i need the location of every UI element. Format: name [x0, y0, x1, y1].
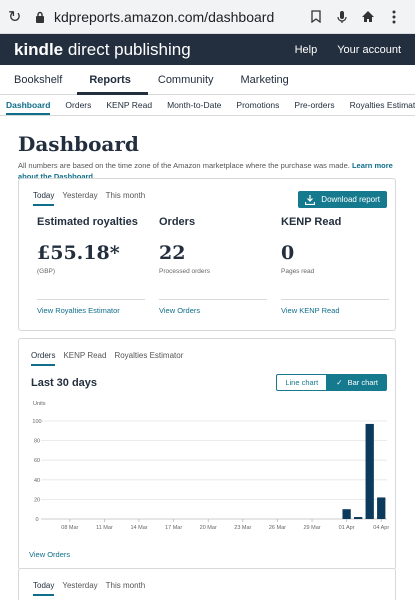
metric-divider: [281, 299, 389, 300]
main-nav: Bookshelf Reports Community Marketing: [0, 65, 415, 95]
metric-divider: [159, 299, 267, 300]
reports-sub-nav: Dashboard Orders KENP Read Month-to-Date Pro…: [0, 95, 415, 116]
sub-nav-kenp-read[interactable]: KENP Read: [106, 97, 152, 114]
bottom-tab-today[interactable]: Today: [33, 581, 166, 596]
metric-kenp-read: KENP Read 0 Pages read View KENP Read: [281, 216, 389, 315]
y-tick-label: 100: [32, 419, 41, 425]
bar: [365, 423, 374, 519]
bottom-summary-card: Today Yesterday This month: [18, 568, 396, 600]
summary-card: Today Yesterday This month Download report…: [18, 178, 396, 331]
home-icon[interactable]: [355, 10, 381, 23]
check-icon: ✓: [336, 378, 343, 387]
chart-tab-royalties-estimator[interactable]: Royalties Estimator: [114, 351, 183, 366]
x-tick-label: 08 Mar: [61, 525, 78, 531]
bar-chart-label: Bar chart: [347, 378, 378, 387]
metric-orders: Orders 22 Processed orders View Orders: [159, 216, 267, 315]
bar-chart-button[interactable]: ✓ Bar chart: [327, 374, 387, 391]
metric-value: £55.18*: [37, 242, 120, 264]
bottom-tab-this-month[interactable]: This month: [106, 581, 146, 596]
metric-link-view-kenp-read[interactable]: View KENP Read: [281, 306, 340, 315]
page-title: Dashboard: [18, 132, 139, 156]
metric-subtitle: (GBP): [37, 268, 56, 275]
chart-type-toggle: Line chart ✓ Bar chart: [276, 374, 387, 391]
x-tick-label: 01 Apr: [339, 525, 355, 531]
more-options-icon[interactable]: [381, 10, 407, 24]
bar: [354, 517, 363, 519]
x-tick-label: 23 Mar: [234, 525, 251, 531]
summary-tab-this-month[interactable]: This month: [106, 191, 146, 206]
chart-tabs: Orders KENP Read Royalties Estimator: [31, 351, 191, 366]
orders-chart-card: Orders KENP Read Royalties Estimator Last …: [18, 338, 396, 570]
bottom-tab-yesterday[interactable]: Yesterday: [62, 581, 97, 596]
browser-toolbar: ↻ kdpreports.amazon.com/dashboard: [0, 0, 415, 34]
sub-nav-month-to-date[interactable]: Month-to-Date: [167, 97, 221, 114]
chart-tab-orders[interactable]: Orders: [31, 351, 164, 366]
x-tick-label: 26 Mar: [269, 525, 286, 531]
metric-link-view-orders[interactable]: View Orders: [159, 306, 200, 315]
metric-value: 0: [281, 242, 295, 264]
y-axis-label: Units: [33, 401, 46, 407]
bottom-summary-tabs: Today Yesterday This month: [33, 581, 166, 596]
main-nav-community[interactable]: Community: [158, 74, 231, 94]
metric-link-view-royalties-estimator[interactable]: View Royalties Estimator: [37, 306, 120, 315]
bar: [342, 509, 351, 519]
bar: [377, 497, 386, 519]
summary-tabs: Today Yesterday This month: [33, 191, 166, 206]
y-tick-label: 40: [34, 478, 40, 484]
metric-title: Estimated royalties: [37, 216, 138, 228]
address-bar[interactable]: kdpreports.amazon.com/dashboard: [50, 9, 303, 25]
y-tick-label: 20: [34, 497, 40, 503]
orders-bar-chart: Units 0 20 40 60 80 100 08 Mar 11 Mar 14 Mar 17 Ma…: [32, 401, 389, 531]
chart-tab-kenp-read[interactable]: KENP Read: [63, 351, 106, 366]
sub-nav-promotions[interactable]: Promotions: [236, 97, 279, 114]
metric-subtitle: Pages read: [281, 268, 315, 275]
x-tick-label: 14 Mar: [130, 525, 147, 531]
x-tick-label: 29 Mar: [303, 525, 320, 531]
download-report-button[interactable]: Download report: [298, 191, 387, 208]
metric-estimated-royalties: Estimated royalties £55.18* (GBP) View Roya…: [37, 216, 145, 315]
y-tick-label: 0: [35, 517, 38, 523]
main-nav-marketing[interactable]: Marketing: [241, 74, 306, 94]
your-account-link[interactable]: Your account: [337, 44, 401, 56]
sub-nav-royalties-estimator[interactable]: Royalties Estimator: [350, 97, 415, 114]
bookmark-icon[interactable]: [303, 10, 329, 23]
view-orders-link[interactable]: View Orders: [29, 550, 70, 559]
site-header: kindle direct publishing Help Your accou…: [0, 34, 415, 65]
x-tick-label: 04 Apr: [373, 525, 389, 531]
y-tick-label: 60: [34, 458, 40, 464]
metric-value: 22: [159, 242, 186, 264]
metric-subtitle: Processed orders: [159, 268, 210, 275]
download-report-label: Download report: [321, 195, 380, 204]
x-tick-label: 11 Mar: [96, 525, 113, 531]
lock-icon[interactable]: [30, 11, 50, 23]
summary-tab-yesterday[interactable]: Yesterday: [62, 191, 97, 206]
metric-title: KENP Read: [281, 216, 342, 228]
main-nav-reports[interactable]: Reports: [77, 74, 148, 95]
main-nav-bookshelf[interactable]: Bookshelf: [14, 74, 79, 94]
help-link[interactable]: Help: [295, 44, 318, 56]
summary-tab-today[interactable]: Today: [33, 191, 166, 206]
sub-nav-dashboard[interactable]: Dashboard: [6, 97, 51, 115]
y-tick-label: 80: [34, 439, 40, 445]
kdp-logo[interactable]: kindle direct publishing: [14, 40, 275, 60]
download-icon: [305, 194, 316, 205]
metric-title: Orders: [159, 216, 196, 228]
sub-nav-pre-orders[interactable]: Pre-orders: [294, 97, 334, 114]
microphone-icon[interactable]: [329, 10, 355, 24]
metric-divider: [37, 299, 145, 300]
line-chart-button[interactable]: Line chart: [276, 374, 328, 391]
sub-nav-orders[interactable]: Orders: [65, 97, 91, 114]
chart-period-title: Last 30 days: [31, 377, 98, 389]
x-tick-label: 20 Mar: [200, 525, 217, 531]
reload-icon[interactable]: ↻: [8, 7, 30, 27]
x-tick-label: 17 Mar: [165, 525, 182, 531]
